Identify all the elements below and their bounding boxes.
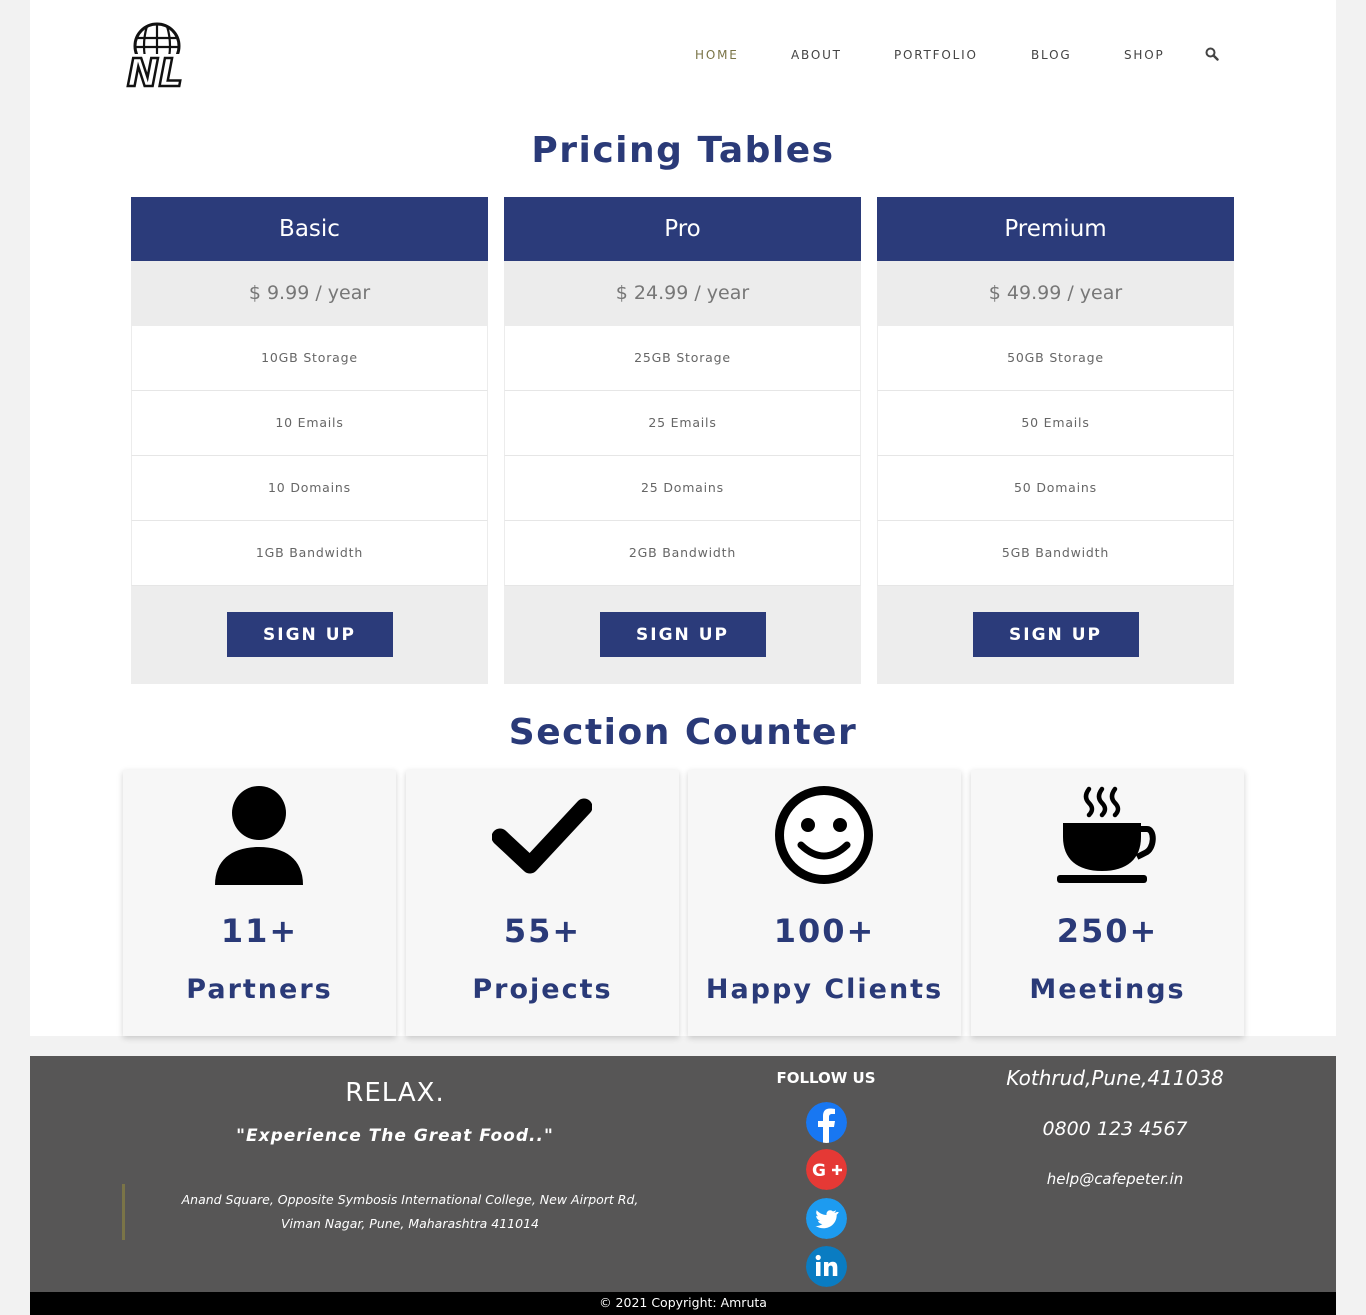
plan-footer: SIGN UP [877, 586, 1234, 684]
signup-button-basic[interactable]: SIGN UP [226, 612, 393, 657]
plan-footer: SIGN UP [131, 586, 488, 684]
counter-value: 11+ [220, 912, 299, 950]
footer-location: Kothrud,Pune,411038 [1006, 1066, 1224, 1090]
plan-feature: 10 Emails [131, 391, 488, 456]
page-container: NL HOME ABOUT PORTFOLIO BLOG SHOP Pricin… [30, 0, 1336, 1036]
site-footer: RELAX. "Experience The Great Food.." Ana… [30, 1056, 1336, 1292]
address-line: Anand Square, Opposite Symbosis Internat… [181, 1192, 639, 1207]
counter-value: 250+ [1056, 912, 1159, 950]
footer-address: Anand Square, Opposite Symbosis Internat… [130, 1188, 690, 1236]
main-nav: HOME ABOUT PORTFOLIO BLOG SHOP [30, 47, 1336, 64]
twitter-icon[interactable] [806, 1198, 847, 1239]
nav-item-home[interactable]: HOME [695, 48, 739, 62]
plan-feature: 25GB Storage [504, 326, 861, 391]
nav-item-shop[interactable]: SHOP [1124, 48, 1165, 62]
google-plus-icon[interactable]: G [806, 1149, 847, 1190]
plan-feature: 2GB Bandwidth [504, 521, 861, 586]
linkedin-icon[interactable] [806, 1246, 847, 1287]
signup-button-pro[interactable]: SIGN UP [599, 612, 766, 657]
counter-value: 55+ [503, 912, 582, 950]
nav-item-about[interactable]: ABOUT [791, 48, 842, 62]
counter-label: Meetings [1029, 974, 1186, 1005]
plan-feature: 25 Domains [504, 456, 861, 521]
address-line: Viman Nagar, Pune, Maharashtra 411014 [281, 1216, 539, 1231]
facebook-icon[interactable] [806, 1102, 847, 1143]
counter-card-projects: 55+ Projects [406, 770, 679, 1036]
plan-price: $ 49.99 / year [877, 261, 1234, 326]
footer-phone[interactable]: 0800 123 4567 [960, 1118, 1270, 1140]
plan-feature: 50 Emails [877, 391, 1234, 456]
counter-card-meetings: 250+ Meetings [971, 770, 1244, 1036]
plan-feature: 25 Emails [504, 391, 861, 456]
pricing-plan-premium: Premium $ 49.99 / year 50GB Storage 50 E… [877, 197, 1234, 684]
counter-label: Projects [472, 974, 613, 1005]
plan-name: Pro [504, 197, 861, 261]
counter-label: Happy Clients [705, 974, 944, 1005]
plan-price: $ 9.99 / year [131, 261, 488, 326]
search-icon[interactable] [1205, 47, 1219, 61]
plan-feature: 50GB Storage [877, 326, 1234, 391]
plan-feature: 10 Domains [131, 456, 488, 521]
nav-item-blog[interactable]: BLOG [1031, 48, 1071, 62]
signup-button-premium[interactable]: SIGN UP [972, 612, 1139, 657]
coffee-icon [1057, 786, 1156, 883]
follow-us-label: FOLLOW US [776, 1069, 876, 1087]
svg-text:G: G [812, 1161, 826, 1181]
counter-title: Section Counter [508, 712, 858, 753]
plan-feature: 1GB Bandwidth [131, 521, 488, 586]
quote-bar [122, 1184, 125, 1240]
footer-heading: RELAX. [345, 1078, 445, 1108]
plan-name: Basic [131, 197, 488, 261]
plan-feature: 10GB Storage [131, 326, 488, 391]
pricing-title: Pricing Tables [531, 130, 835, 171]
check-icon [492, 798, 592, 874]
counter-label: Partners [186, 974, 333, 1005]
counter-card-partners: 11+ Partners [123, 770, 396, 1036]
counter-card-clients: 100+ Happy Clients [688, 770, 961, 1036]
plan-footer: SIGN UP [504, 586, 861, 684]
smile-icon [775, 786, 873, 884]
user-icon [215, 786, 303, 885]
pricing-plan-pro: Pro $ 24.99 / year 25GB Storage 25 Email… [504, 197, 861, 684]
copyright-bar: © 2021 Copyright: Amruta [30, 1292, 1336, 1315]
nav-item-portfolio[interactable]: PORTFOLIO [894, 48, 978, 62]
plan-feature: 5GB Bandwidth [877, 521, 1234, 586]
counter-value: 100+ [773, 912, 876, 950]
plan-feature: 50 Domains [877, 456, 1234, 521]
footer-email[interactable]: help@cafepeter.in [960, 1170, 1270, 1188]
pricing-plan-basic: Basic $ 9.99 / year 10GB Storage 10 Emai… [131, 197, 488, 684]
plan-price: $ 24.99 / year [504, 261, 861, 326]
footer-tagline: "Experience The Great Food.." [236, 1126, 554, 1146]
plan-name: Premium [877, 197, 1234, 261]
